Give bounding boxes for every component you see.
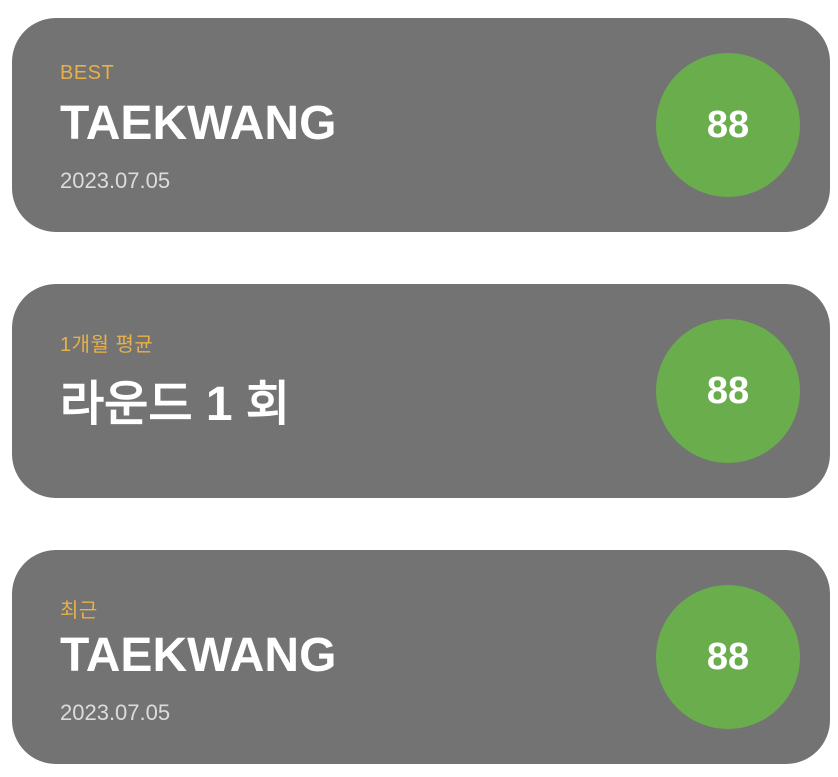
monthly-tag-label: 1개월 평균 (60, 334, 154, 356)
best-score-value: 88 (706, 103, 750, 146)
recent-course-name: TAEKWANG (60, 629, 337, 682)
best-round-info: BEST TAEKWANG 2023.07.05 (60, 18, 630, 232)
best-tag-label: BEST (60, 62, 115, 84)
monthly-score-value: 88 (706, 369, 750, 412)
recent-round-info: 최근 TAEKWANG 2023.07.05 (60, 550, 630, 764)
recent-round-card[interactable]: 최근 TAEKWANG 2023.07.05 88 (12, 550, 830, 764)
recent-tag-label: 최근 (60, 600, 98, 622)
recent-score-badge: 88 (656, 585, 800, 729)
monthly-average-info: 1개월 평균 라운드 1 회 (60, 284, 630, 498)
best-round-card[interactable]: BEST TAEKWANG 2023.07.05 88 (12, 18, 830, 232)
recent-round-date: 2023.07.05 (60, 700, 171, 725)
monthly-average-card[interactable]: 1개월 평균 라운드 1 회 88 (12, 284, 830, 498)
best-round-date: 2023.07.05 (60, 168, 171, 193)
best-score-badge: 88 (656, 53, 800, 197)
monthly-round-count: 라운드 1 회 (60, 378, 291, 431)
monthly-score-badge: 88 (656, 319, 800, 463)
recent-score-value: 88 (706, 635, 750, 678)
best-course-name: TAEKWANG (60, 97, 337, 150)
